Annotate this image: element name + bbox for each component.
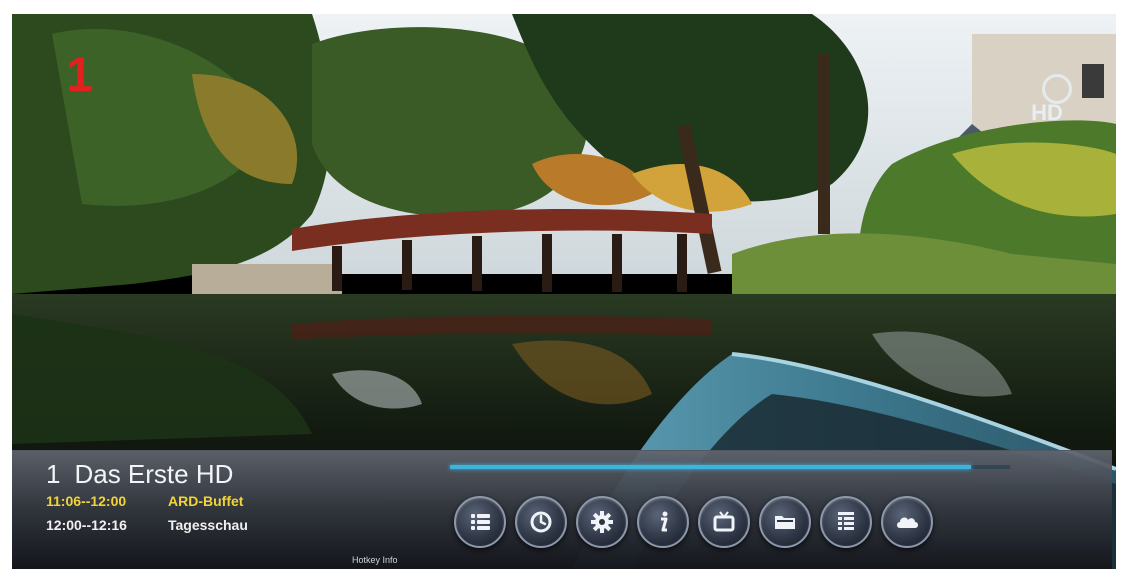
program-progress-fill: [450, 465, 971, 469]
folder-icon: [775, 516, 795, 529]
media-button[interactable]: [759, 496, 811, 548]
hd-badge: HD: [1012, 74, 1082, 126]
channel-list-button[interactable]: [454, 496, 506, 548]
tv-frame: 1 HD 1 Das Erste HD 11:06--12:00 ARD-Buffe…: [0, 0, 1126, 573]
network-button[interactable]: [881, 496, 933, 548]
epg-next: 12:00--12:16 Tagesschau: [46, 517, 248, 533]
epg-now-title: ARD-Buffet: [168, 493, 244, 509]
timer-button[interactable]: [515, 496, 567, 548]
channel-name: Das Erste HD: [74, 459, 234, 489]
clock-icon: [530, 511, 552, 533]
gear-icon: [591, 511, 613, 533]
channel-title: 1 Das Erste HD: [46, 459, 233, 490]
schedule-list-icon: [838, 512, 854, 530]
epg-button[interactable]: [820, 496, 872, 548]
channel-logo: 1: [66, 49, 93, 102]
epg-now-time: 11:06--12:00: [46, 493, 127, 509]
tv-icon: [713, 511, 735, 532]
tv-button[interactable]: [698, 496, 750, 548]
channel-info-bar: 1 Das Erste HD 11:06--12:00 ARD-Buffet 12:…: [12, 450, 1112, 569]
epg-next-title: Tagesschau: [168, 517, 248, 533]
cloud-icon: [897, 517, 918, 528]
info-button[interactable]: [637, 496, 689, 548]
channel-number: 1: [46, 459, 61, 489]
info-icon: [661, 511, 668, 532]
quick-action-buttons: [454, 496, 933, 552]
footer-caption: Hotkey Info: [352, 555, 398, 565]
epg-now: 11:06--12:00 ARD-Buffet: [46, 493, 243, 509]
epg-next-time: 12:00--12:16: [46, 517, 127, 533]
settings-button[interactable]: [576, 496, 628, 548]
hd-label: HD: [1031, 100, 1063, 125]
list-icon: [471, 514, 490, 530]
program-progress-bar: [450, 465, 1010, 469]
